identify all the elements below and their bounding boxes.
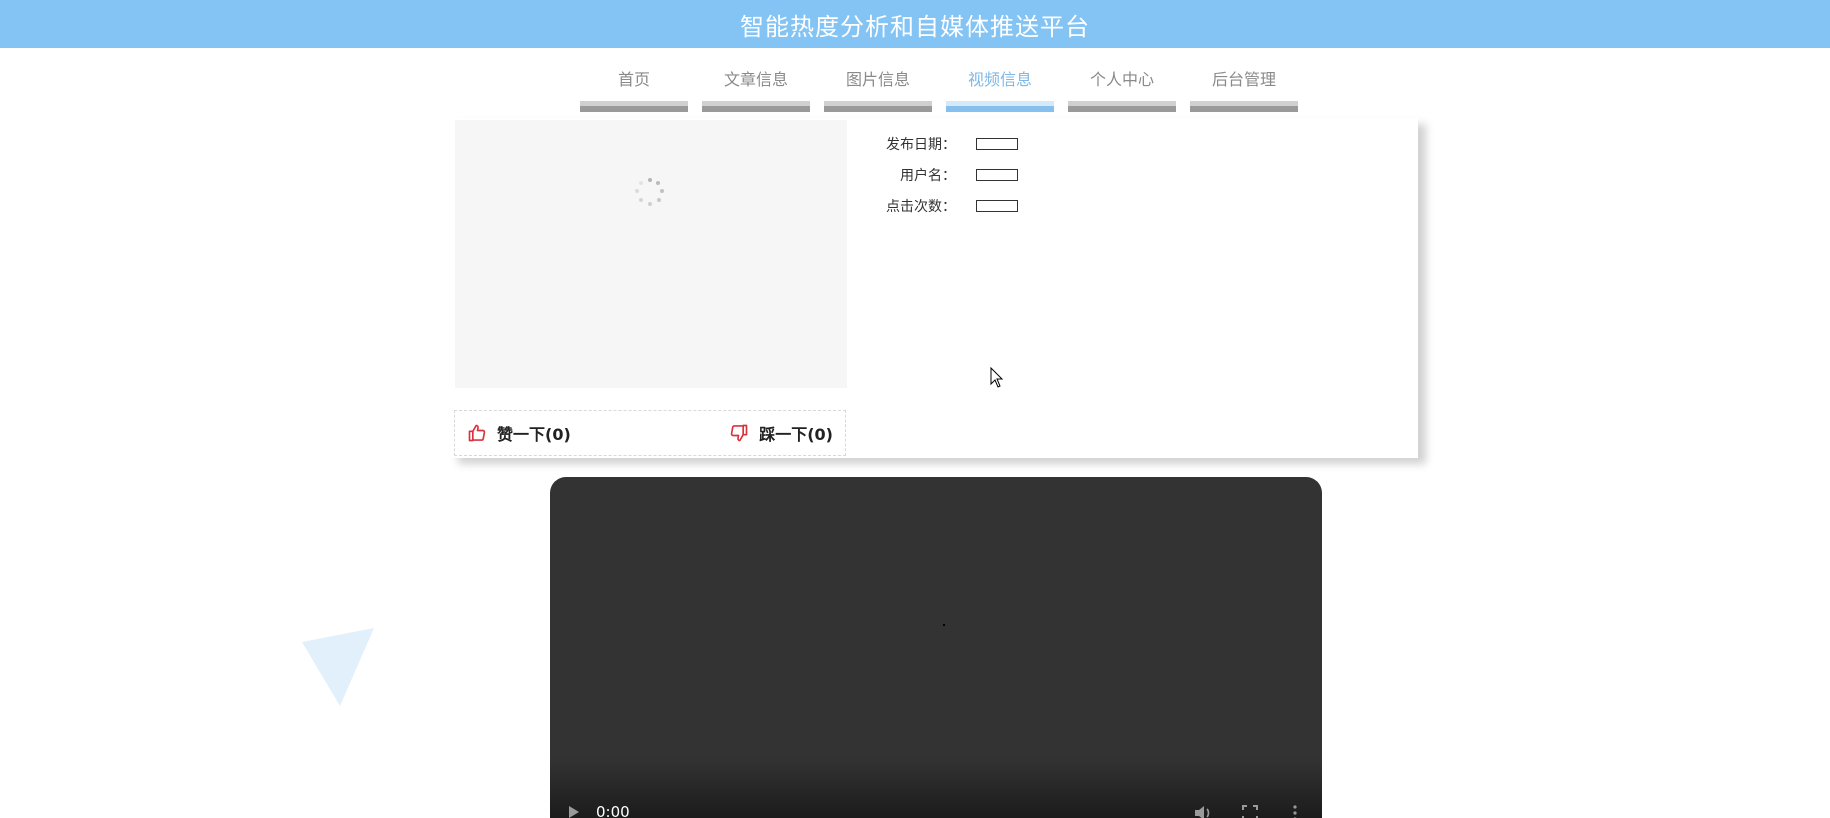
thumbs-down-icon bbox=[730, 424, 748, 442]
fullscreen-icon bbox=[1242, 805, 1258, 818]
nav-item-profile[interactable]: 个人中心 bbox=[1068, 66, 1176, 112]
volume-button[interactable] bbox=[1194, 805, 1212, 818]
thumbs-up-icon bbox=[468, 424, 486, 442]
play-icon bbox=[569, 806, 579, 818]
nav-item-home[interactable]: 首页 bbox=[580, 66, 688, 112]
site-title: 智能热度分析和自媒体推送平台 bbox=[740, 12, 1090, 41]
volume-icon bbox=[1195, 806, 1210, 818]
video-time: 0:00 bbox=[596, 803, 630, 818]
nav-item-label: 文章信息 bbox=[723, 70, 788, 89]
nav-item-label: 后台管理 bbox=[1211, 70, 1276, 89]
video-player[interactable]: 0:00 bbox=[550, 477, 1322, 818]
like-button[interactable]: 赞一下(0) bbox=[467, 421, 571, 445]
publish-date-label: 发布日期： bbox=[886, 136, 956, 153]
dislike-button[interactable]: 踩一下(0) bbox=[729, 421, 833, 445]
nav-item-images[interactable]: 图片信息 bbox=[824, 66, 932, 112]
video-info-list: 发布日期： 用户名： 点击次数： bbox=[880, 128, 1018, 221]
vote-bar: 赞一下(0) 踩一下(0) bbox=[454, 410, 846, 456]
mouse-cursor-icon bbox=[990, 367, 1004, 388]
info-row-publish-date: 发布日期： bbox=[880, 128, 1018, 159]
nav-item-underline bbox=[1190, 101, 1298, 112]
like-label: 赞一下(0) bbox=[497, 425, 571, 444]
nav-item-articles[interactable]: 文章信息 bbox=[702, 66, 810, 112]
nav-item-videos[interactable]: 视频信息 bbox=[946, 66, 1054, 112]
more-vertical-icon bbox=[1293, 805, 1297, 818]
click-count-value bbox=[976, 199, 1018, 212]
username-label: 用户名： bbox=[900, 167, 956, 184]
nav-item-underline bbox=[946, 101, 1054, 112]
nav-item-label: 首页 bbox=[617, 70, 650, 89]
nav-item-label: 视频信息 bbox=[967, 70, 1032, 89]
fullscreen-button[interactable] bbox=[1242, 805, 1258, 818]
username-value bbox=[976, 168, 1018, 181]
main-nav: 首页 文章信息 图片信息 视频信息 个人中心 后台管理 bbox=[580, 66, 1298, 112]
nav-item-admin[interactable]: 后台管理 bbox=[1190, 66, 1298, 112]
click-count-label: 点击次数： bbox=[886, 198, 956, 215]
nav-item-label: 个人中心 bbox=[1089, 70, 1154, 89]
info-row-click-count: 点击次数： bbox=[880, 190, 1018, 221]
nav-item-underline bbox=[702, 101, 810, 112]
nav-item-label: 图片信息 bbox=[845, 70, 910, 89]
site-header: 智能热度分析和自媒体推送平台 bbox=[0, 0, 1830, 48]
decorative-triangle bbox=[302, 628, 374, 706]
publish-date-value bbox=[976, 137, 1018, 150]
nav-item-underline bbox=[1068, 101, 1176, 112]
video-thumbnail bbox=[455, 120, 847, 388]
nav-item-underline bbox=[580, 101, 688, 112]
info-row-username: 用户名： bbox=[880, 159, 1018, 190]
dislike-label: 踩一下(0) bbox=[759, 425, 833, 444]
nav-item-underline bbox=[824, 101, 932, 112]
more-options-button[interactable] bbox=[1293, 805, 1297, 818]
video-center-dot bbox=[943, 624, 945, 626]
play-button[interactable] bbox=[568, 805, 580, 818]
loading-spinner-icon bbox=[635, 178, 665, 208]
